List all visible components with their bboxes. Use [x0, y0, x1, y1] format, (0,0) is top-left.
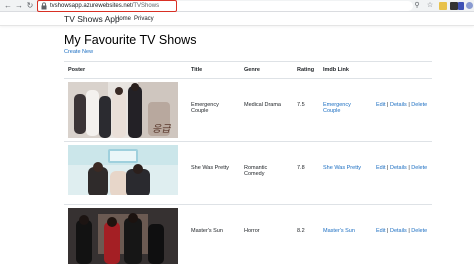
cell-title: Emergency Couple [187, 78, 240, 142]
column-header-actions [372, 61, 432, 79]
cell-title: Master's Sun [187, 204, 240, 267]
column-header-genre: Genre [240, 61, 293, 79]
poster-image [68, 208, 178, 264]
delete-link[interactable]: Delete [411, 102, 427, 108]
poster-image [68, 145, 178, 201]
url-highlight-box [37, 0, 177, 12]
svg-text:응급: 응급 [152, 123, 171, 135]
poster-image: 응급 [68, 82, 178, 138]
column-header-title: Title [187, 61, 240, 79]
page-title: My Favourite TV Shows [64, 33, 197, 47]
extension-icon[interactable] [450, 2, 458, 10]
app-navbar: TV Shows App Home Privacy [0, 12, 474, 26]
browser-toolbar: ← → ↻ tvshowsapp.azurewebsites.net/TVSho… [0, 0, 474, 12]
reload-icon[interactable]: ↻ [25, 1, 35, 11]
arrow-right-icon[interactable]: → [14, 1, 24, 11]
cell-genre: Horror [240, 204, 293, 267]
star-icon[interactable]: ☆ [426, 2, 434, 10]
extension-icon[interactable] [439, 2, 447, 10]
cell-rating: 7.5 [293, 78, 319, 142]
tv-shows-table: Poster Title Genre Rating Imdb Link 응급 E… [64, 61, 432, 267]
cell-genre: Romantic Comedy [240, 141, 293, 205]
imdb-link[interactable]: She Was Pretty [323, 165, 361, 171]
table-row: 응급 Emergency Couple Medical Drama 7.5 Em… [64, 78, 432, 142]
nav-link-privacy[interactable]: Privacy [134, 14, 154, 24]
table-row: Master's Sun Horror 8.2 Master's Sun Edi… [64, 204, 432, 267]
search-icon[interactable]: ⚲ [413, 2, 421, 10]
extension-icon[interactable] [458, 2, 464, 10]
cell-title: She Was Pretty [187, 141, 240, 205]
cell-rating: 7.8 [293, 141, 319, 205]
navbar-brand[interactable]: TV Shows App [64, 13, 120, 25]
arrow-left-icon[interactable]: ← [3, 1, 13, 11]
details-link[interactable]: Details [390, 165, 407, 171]
column-header-rating: Rating [293, 61, 319, 79]
cell-genre: Medical Drama [240, 78, 293, 142]
profile-avatar[interactable] [466, 2, 473, 9]
nav-link-home[interactable]: Home [115, 14, 131, 24]
cell-rating: 8.2 [293, 204, 319, 267]
column-header-imdb-link: Imdb Link [319, 61, 372, 79]
details-link[interactable]: Details [390, 228, 407, 234]
table-header-row: Poster Title Genre Rating Imdb Link [64, 61, 432, 79]
imdb-link[interactable]: Master's Sun [323, 228, 355, 234]
delete-link[interactable]: Delete [411, 165, 427, 171]
create-new-link[interactable]: Create New [64, 48, 93, 56]
table-row: She Was Pretty Romantic Comedy 7.8 She W… [64, 141, 432, 205]
delete-link[interactable]: Delete [411, 228, 427, 234]
details-link[interactable]: Details [390, 102, 407, 108]
column-header-poster: Poster [64, 61, 187, 79]
imdb-link[interactable]: Emergency Couple [323, 102, 351, 114]
